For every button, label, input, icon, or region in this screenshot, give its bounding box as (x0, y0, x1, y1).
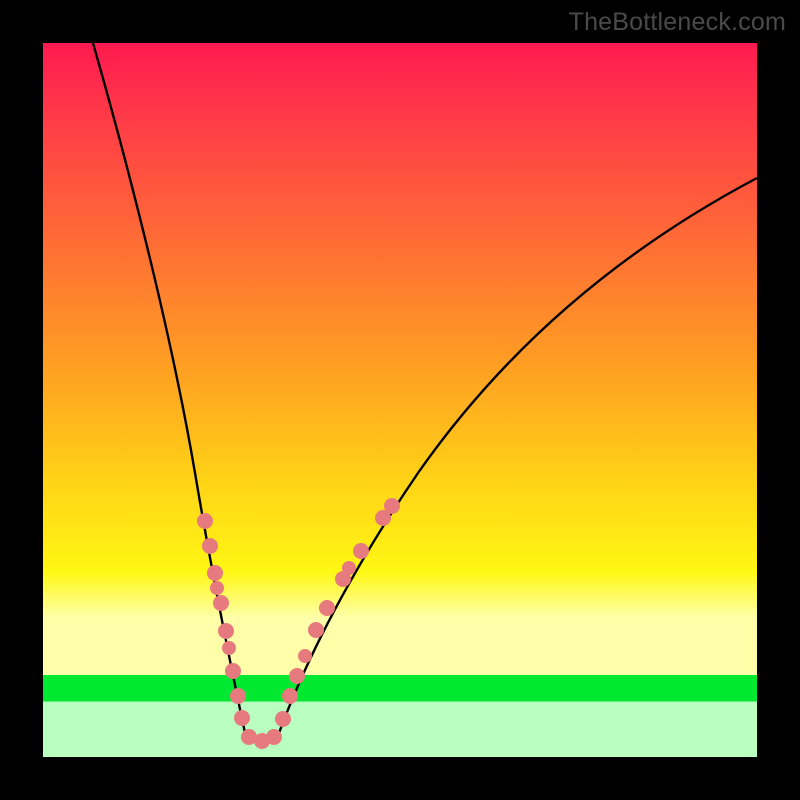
curve-marker (308, 622, 324, 638)
curve-marker (230, 688, 246, 704)
curve-marker (342, 561, 356, 575)
curve-marker (234, 710, 250, 726)
curve-marker (225, 663, 241, 679)
curve-marker (213, 595, 229, 611)
curve-marker (319, 600, 335, 616)
curve-marker (222, 641, 236, 655)
curve-marker (218, 623, 234, 639)
curve-marker (353, 543, 369, 559)
curve-marker (298, 649, 312, 663)
chart-frame: TheBottleneck.com (0, 0, 800, 800)
right-curve (279, 178, 757, 733)
curve-marker (202, 538, 218, 554)
curve-marker (266, 729, 282, 745)
watermark-text: TheBottleneck.com (569, 8, 786, 37)
curve-marker (289, 668, 305, 684)
curve-group (93, 43, 757, 739)
chart-svg (43, 43, 757, 757)
curve-marker (282, 688, 298, 704)
curve-marker (384, 498, 400, 514)
curve-marker (275, 711, 291, 727)
curve-marker (197, 513, 213, 529)
curve-marker (207, 565, 223, 581)
plot-area (43, 43, 757, 757)
curve-marker (210, 581, 224, 595)
marker-layer (197, 498, 400, 749)
